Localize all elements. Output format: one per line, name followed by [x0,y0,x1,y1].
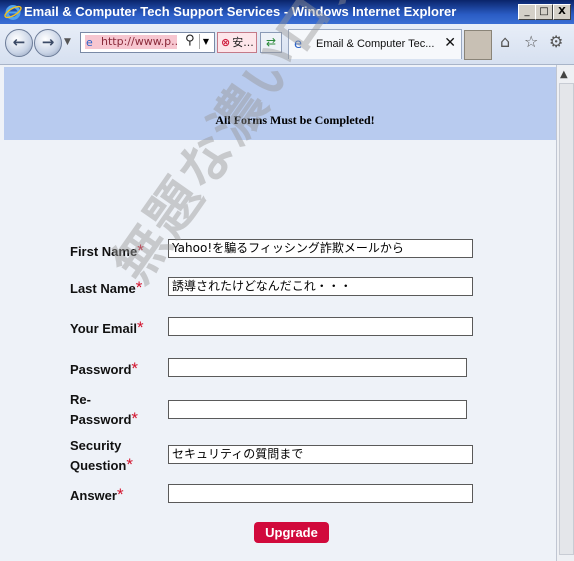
window-title: Email & Computer Tech Support Services -… [24,4,457,19]
favorites-star-icon[interactable]: ☆ [524,32,538,51]
required-asterisk: * [126,455,133,474]
tab-page-icon: e [294,37,302,52]
search-icon[interactable]: ⚲ [185,33,195,48]
required-asterisk: * [116,485,124,504]
page-banner [4,67,556,140]
tab-label: Email & Computer Tec... [316,38,435,50]
answer-label: Answer* [70,485,124,504]
tab-close-icon[interactable]: ✕ [444,35,456,51]
password-input[interactable] [168,358,467,377]
new-tab-button[interactable] [464,30,492,60]
navigation-bar: ← → ▼ http://www.p... e ⚲ ▼ ⊗ 安... ⇄ e Em… [0,24,574,65]
security-text: 安... [232,36,254,49]
shield-icon: ⊗ [221,36,231,49]
browser-tab[interactable]: e Email & Computer Tec... ✕ [288,29,462,59]
email-input[interactable] [168,317,473,336]
first-name-input[interactable]: Yahoo!を騙るフィッシング詐欺メールから [168,239,473,258]
required-asterisk: * [135,278,143,297]
page-icon: e [86,36,93,49]
forward-arrow-icon: → [41,33,55,51]
refresh-icon: ⇄ [265,35,277,49]
window-title-bar: Email & Computer Tech Support Services -… [0,0,574,24]
refresh-button[interactable]: ⇄ [260,32,282,53]
required-asterisk: * [131,359,139,378]
last-name-input[interactable]: 誘導されたけどなんだこれ・・・ [168,277,473,296]
required-asterisk: * [136,318,144,337]
re-password-input[interactable] [168,400,467,419]
answer-input[interactable] [168,484,473,503]
first-name-label: First Name* [70,241,144,260]
forward-button[interactable]: → [34,29,62,57]
password-label: Password* [70,359,139,378]
required-asterisk: * [131,409,139,428]
back-button[interactable]: ← [5,29,33,57]
scrollbar-thumb[interactable] [559,83,574,555]
close-window-button[interactable]: X [553,4,571,20]
maximize-button[interactable]: □ [535,4,553,20]
address-bar[interactable]: http://www.p... e ⚲ ▼ [80,32,215,53]
scroll-up-icon[interactable]: ▲ [560,69,568,80]
upgrade-button[interactable]: Upgrade [254,522,329,543]
email-label: Your Email* [70,318,144,337]
security-question-input[interactable]: セキュリティの質問まで [168,445,473,464]
form-notice: All Forms Must be Completed! [215,113,375,127]
vertical-scrollbar[interactable]: ▲ [556,65,574,561]
required-asterisk: * [137,241,144,260]
last-name-label: Last Name* [70,278,143,297]
security-report[interactable]: ⊗ 安... [217,32,257,53]
back-arrow-icon: ← [12,33,26,51]
ie-logo-icon [4,5,22,20]
address-url[interactable]: http://www.p... [85,35,177,49]
re-password-label: Re- Password* [70,392,139,428]
minimize-button[interactable]: _ [518,4,536,20]
home-icon[interactable]: ⌂ [500,32,510,51]
history-dropdown-icon[interactable]: ▼ [64,37,71,47]
security-question-label: Security Question* [70,438,133,474]
tools-gear-icon[interactable]: ⚙ [549,32,563,51]
address-dropdown-icon[interactable]: ▼ [199,34,212,49]
